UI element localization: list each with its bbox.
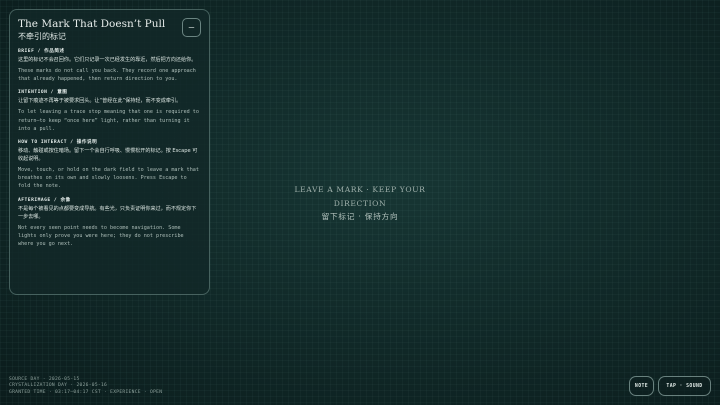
section-how-to-interact: HOW TO INTERACT / 操作说明 移动、触碰或按住暗场。留下一个会自… xyxy=(18,139,200,191)
fold-note-button[interactable]: – xyxy=(182,18,201,37)
note-subtitle: 不牵引的标记 xyxy=(18,32,66,41)
center-prompt-en-line2: DIRECTION xyxy=(333,199,387,208)
section-text-zh: 这里的标记不会召回你。它们只记录一次已经发生的靠近，然后把方向还给你。 xyxy=(18,57,197,63)
section-text-zh: 不是每个被看见的点都要变成导航。有些光，只负责证明你来过，而不规定你下一步去哪。 xyxy=(18,205,197,220)
section-text-zh: 让留下痕迹不再等于被要求回头。让“曾经在此”保持轻，而不变成牵引。 xyxy=(18,98,182,105)
footer-meta: SOURCE DAY · 2026-05-15 CRYSTALLIZATION … xyxy=(9,377,162,396)
section-text-en: To let leaving a trace stop meaning that… xyxy=(18,109,199,132)
center-prompt: LEAVE A MARK · KEEP YOUR DIRECTION 留下标记 … xyxy=(290,183,430,222)
section-label: AFTERIMAGE / 余像 xyxy=(18,197,71,203)
tap-sound-button[interactable]: TAP · SOUND xyxy=(658,376,711,396)
section-text-en: These marks do not call you back. They r… xyxy=(18,68,196,83)
note-button[interactable]: NOTE xyxy=(629,376,654,396)
note-panel: The Mark That Doesn’t Pull 不牵引的标记 – BRIE… xyxy=(9,9,210,295)
granted-time: GRANTED TIME · 03:17—04:17 CST · EXPERIE… xyxy=(9,389,163,395)
section-text-en: Move, touch, or hold on the dark field t… xyxy=(18,167,199,190)
section-brief: BRIEF / 作品简述 这里的标记不会召回你。它们只记录一次已经发生的靠近，然… xyxy=(18,48,200,83)
section-label: HOW TO INTERACT / 操作说明 xyxy=(18,140,98,146)
note-title: The Mark That Doesn’t Pull xyxy=(18,18,166,30)
section-text-en: Not every seen point needs to become nav… xyxy=(18,224,184,248)
center-prompt-en-line1: LEAVE A MARK · KEEP YOUR xyxy=(294,185,426,194)
section-afterimage: AFTERIMAGE / 余像 不是每个被看见的点都要变成导航。有些光，只负责证… xyxy=(18,197,200,249)
section-intention: INTENTION / 意图 让留下痕迹不再等于被要求回头。让“曾经在此”保持轻… xyxy=(18,89,200,133)
section-text-zh: 移动、触碰或按住暗场。留下一个会自行呼吸、慢慢松开的标记。按 Escape 可收… xyxy=(18,148,198,163)
section-label: INTENTION / 意图 xyxy=(18,90,68,96)
section-label: BRIEF / 作品简述 xyxy=(18,49,65,54)
center-prompt-zh: 留下标记 · 保持方向 xyxy=(321,212,399,221)
